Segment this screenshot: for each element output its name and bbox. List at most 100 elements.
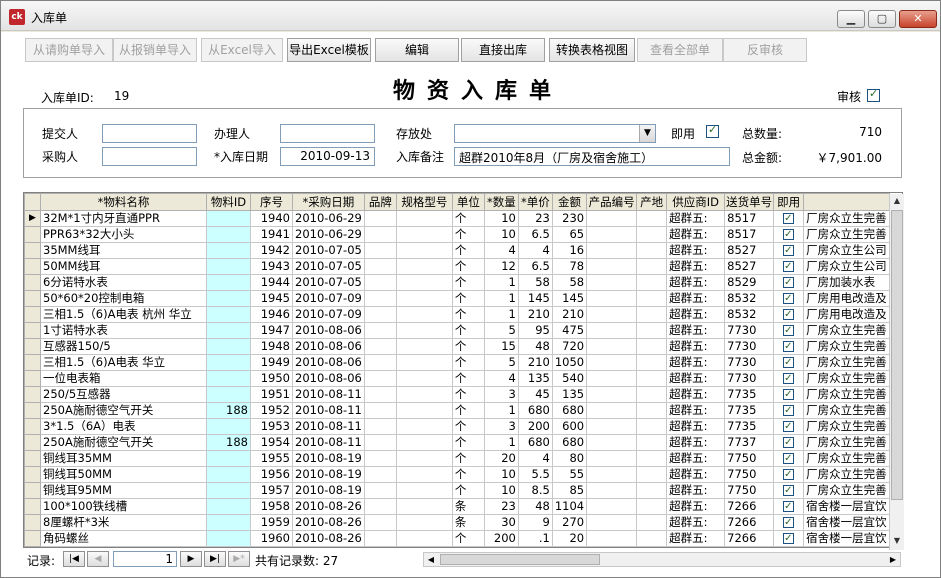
handler-input[interactable] <box>280 124 375 143</box>
table-cell[interactable] <box>586 226 638 243</box>
table-cell[interactable] <box>364 466 397 483</box>
table-cell[interactable]: 1954 <box>250 434 293 451</box>
table-cell[interactable]: 10 <box>484 210 519 227</box>
table-cell[interactable]: 7730 <box>724 338 775 355</box>
table-cell[interactable] <box>364 322 397 339</box>
row-selector[interactable] <box>24 450 41 467</box>
table-cell[interactable] <box>206 386 251 403</box>
table-cell[interactable]: 7266 <box>724 498 775 515</box>
table-cell[interactable]: 个 <box>452 386 485 403</box>
table-cell[interactable]: 个 <box>452 530 485 547</box>
table-cell[interactable]: 1104 <box>552 498 588 515</box>
table-cell[interactable]: 2010-08-19 <box>292 466 365 483</box>
table-cell[interactable]: 个 <box>452 402 485 419</box>
table-row[interactable]: 三相1.5（6)A电表 华立 1949 2010-08-06 个 5 210 1050 超群五… <box>24 354 891 371</box>
table-cell[interactable]: 个 <box>452 434 485 451</box>
table-cell[interactable]: 2010-07-09 <box>292 290 365 307</box>
table-cell[interactable] <box>364 530 397 547</box>
table-cell[interactable]: 1945 <box>250 290 293 307</box>
table-cell[interactable] <box>773 418 805 435</box>
table-row[interactable]: 100*100铁线槽 1958 2010-08-26 条 23 48 1104 超群五: 726… <box>24 498 891 515</box>
table-cell[interactable]: 720 <box>552 338 588 355</box>
table-cell[interactable]: 互感器150/5 <box>40 338 207 355</box>
table-cell[interactable]: 250A施耐德空气开关 <box>40 434 207 451</box>
row-selector[interactable] <box>24 258 41 275</box>
table-cell[interactable]: 超群五: <box>666 258 726 275</box>
table-cell[interactable]: 12 <box>484 258 519 275</box>
table-cell[interactable]: 超群五: <box>666 386 726 403</box>
table-cell[interactable] <box>396 306 453 323</box>
table-cell[interactable]: 65 <box>552 226 588 243</box>
table-cell[interactable]: 188 <box>206 402 251 419</box>
table-cell[interactable]: 30 <box>484 514 519 531</box>
table-row[interactable]: 8厘螺杆*3米 19592010-08-26 条309270 超群五:7266 宿舍楼一… <box>24 514 891 531</box>
table-cell[interactable]: 超群五: <box>666 322 726 339</box>
table-cell[interactable]: 1946 <box>250 306 293 323</box>
table-cell[interactable] <box>636 242 668 259</box>
toolbar-button-0[interactable]: 从请购单导入 <box>25 38 113 62</box>
table-cell[interactable]: 230 <box>552 210 588 227</box>
table-row[interactable]: 互感器150/5 19482010-08-06 个1548720 超群五:7730 厂房… <box>24 338 891 355</box>
column-header[interactable]: *单价 <box>517 193 553 211</box>
scroll-up-icon[interactable]: ▲ <box>890 194 904 208</box>
table-cell[interactable] <box>396 274 453 291</box>
toolbar-button-8[interactable]: 反审核 <box>723 38 807 62</box>
table-row[interactable]: 铜线耳50MM 19562010-08-19 个105.555 超群五:7750 厂房众… <box>24 466 891 483</box>
table-cell[interactable] <box>773 434 805 451</box>
table-cell[interactable] <box>364 386 397 403</box>
table-cell[interactable] <box>773 466 805 483</box>
table-cell[interactable]: 个 <box>452 274 485 291</box>
table-cell[interactable] <box>364 434 397 451</box>
table-cell[interactable]: 宿舍楼一层宜饮 <box>803 514 891 531</box>
table-cell[interactable]: 250A施耐德空气开关 <box>40 402 207 419</box>
column-header[interactable]: 送货单号 <box>724 193 775 211</box>
table-cell[interactable] <box>364 482 397 499</box>
table-cell[interactable]: 1942 <box>250 242 293 259</box>
table-cell[interactable]: 35MM线耳 <box>40 242 207 259</box>
table-cell[interactable]: 7730 <box>724 354 775 371</box>
column-header[interactable] <box>803 193 891 211</box>
table-cell[interactable] <box>396 482 453 499</box>
row-selector[interactable] <box>24 466 41 483</box>
table-cell[interactable] <box>636 370 668 387</box>
table-cell[interactable]: 厂房众立生完善 <box>803 226 891 243</box>
row-selector[interactable] <box>24 386 41 403</box>
table-row[interactable]: 50*60*20控制电箱 1945 2010-07-09 个 1 145 145 超群五: 85… <box>24 290 891 307</box>
table-cell[interactable]: 680 <box>518 434 553 451</box>
table-cell[interactable] <box>396 290 453 307</box>
scroll-left-icon[interactable]: ◀ <box>424 553 438 566</box>
table-cell[interactable] <box>396 354 453 371</box>
table-cell[interactable]: PPR63*32大小头 <box>40 226 207 243</box>
table-cell[interactable]: 1951 <box>250 386 293 403</box>
table-cell[interactable]: 厂房用电改造及 <box>803 306 891 323</box>
table-cell[interactable]: 16 <box>552 242 588 259</box>
first-record-icon[interactable]: |◀ <box>63 551 85 567</box>
table-row[interactable]: 250A施耐德空气开关 188 1952 2010-08-11 个 1 680 680 超群五:… <box>24 402 891 419</box>
date-input[interactable]: 2010-09-13 <box>280 147 375 166</box>
table-cell[interactable]: 2010-08-11 <box>292 434 365 451</box>
table-cell[interactable] <box>206 210 251 227</box>
next-record-icon[interactable]: ▶ <box>180 551 202 567</box>
table-cell[interactable]: 个 <box>452 450 485 467</box>
table-cell[interactable]: 8厘螺杆*3米 <box>40 514 207 531</box>
table-cell[interactable] <box>396 418 453 435</box>
table-cell[interactable]: 600 <box>552 418 588 435</box>
table-cell[interactable] <box>773 530 805 547</box>
table-cell[interactable] <box>206 450 251 467</box>
table-cell[interactable]: 23 <box>518 210 553 227</box>
table-cell[interactable] <box>364 354 397 371</box>
table-cell[interactable]: 145 <box>518 290 553 307</box>
table-cell[interactable]: 8517 <box>724 210 775 227</box>
table-cell[interactable] <box>636 306 668 323</box>
table-cell[interactable]: 2010-08-06 <box>292 354 365 371</box>
table-cell[interactable]: 厂房众立生完善 <box>803 386 891 403</box>
table-cell[interactable]: 超群五: <box>666 226 726 243</box>
table-cell[interactable] <box>636 354 668 371</box>
table-cell[interactable] <box>773 306 805 323</box>
table-cell[interactable] <box>364 274 397 291</box>
row-selector[interactable] <box>24 370 41 387</box>
table-cell[interactable]: 厂房众立生完善 <box>803 322 891 339</box>
table-cell[interactable]: 475 <box>552 322 588 339</box>
row-selector[interactable] <box>24 402 41 419</box>
table-cell[interactable]: 8532 <box>724 306 775 323</box>
